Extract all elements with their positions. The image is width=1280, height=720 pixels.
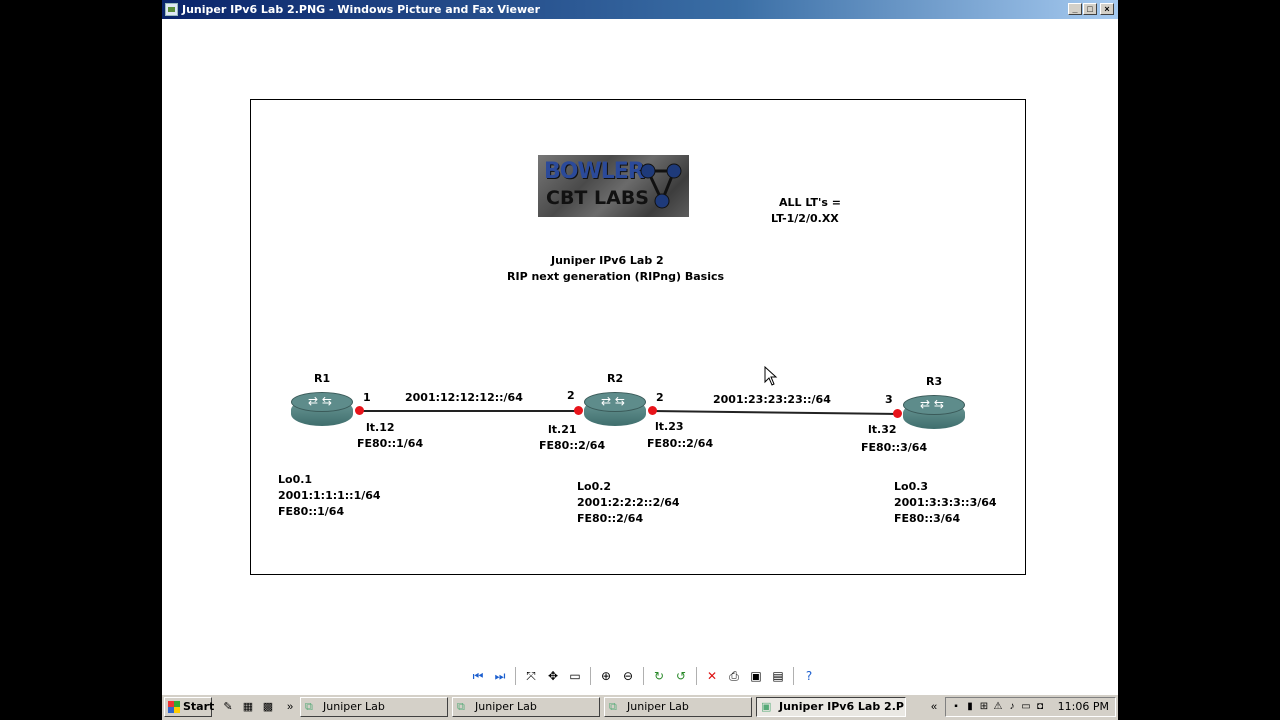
quicklaunch-app-icon[interactable]: ▩ [260, 699, 276, 715]
task-label: Juniper Lab [323, 700, 385, 713]
remote-desktop-icon: ⧉ [305, 700, 313, 713]
r3-loopback-name: Lo0.3 [894, 480, 929, 493]
router-r2-label: R2 [607, 372, 624, 385]
r1-loopback-link-local: FE80::1/64 [278, 505, 345, 518]
remote-desktop-icon: ⧉ [457, 700, 465, 713]
r1-interface-dot [355, 406, 364, 415]
title-bar[interactable]: Juniper IPv6 Lab 2.PNG - Windows Picture… [162, 0, 1118, 19]
r2-interface-right-name: lt.23 [655, 420, 684, 433]
r3-interface-link-local: FE80::3/64 [861, 441, 928, 454]
tray-volume-icon[interactable]: ♪ [1006, 701, 1018, 713]
viewer-toolbar: ⏮ ⏭ ⤧ ✥ ▭ ⊕ ⊖ ↻ ↺ ✕ ⎙ ▣ ▤ ? [469, 665, 818, 687]
close-button[interactable]: × [1100, 3, 1114, 15]
r1-interface-link-local: FE80::1/64 [357, 437, 424, 450]
tray-expand-icon[interactable]: « [926, 699, 942, 715]
r2-interface-dot-right [648, 406, 657, 415]
taskbar-button-juniper-lab-1[interactable]: ⧉ Juniper Lab [300, 697, 448, 717]
r2-loopback-name: Lo0.2 [577, 480, 612, 493]
print-icon[interactable]: ⎙ [725, 667, 743, 685]
network-diagram: BOWLER CBT LABS ALL LT's = LT-1/2/0.XX J… [250, 99, 1026, 575]
actual-size-icon[interactable]: ✥ [544, 667, 562, 685]
save-icon[interactable]: ▣ [747, 667, 765, 685]
quicklaunch-notepad-icon[interactable]: ▦ [240, 699, 256, 715]
r1-loopback-name: Lo0.1 [278, 473, 313, 486]
r2-interface-right-link-local: FE80::2/64 [647, 437, 714, 450]
taskbar-clock[interactable]: 11:06 PM [1058, 700, 1109, 713]
r3-loopback-ipv6: 2001:3:3:3::3/64 [894, 496, 997, 509]
router-r2-icon[interactable]: ⇄ ⇆ [584, 390, 646, 430]
best-fit-icon[interactable]: ⤧ [522, 667, 540, 685]
rotate-clockwise-icon[interactable]: ↻ [650, 667, 668, 685]
picture-viewer-window: Juniper IPv6 Lab 2.PNG - Windows Picture… [162, 0, 1118, 720]
router-r3-icon[interactable]: ⇄ ⇆ [903, 393, 965, 433]
windows-flag-icon [168, 701, 180, 713]
link1-subnet: 2001:12:12:12::/64 [405, 391, 523, 404]
maximize-button[interactable]: □ [1083, 3, 1097, 15]
link-r2-r3 [651, 410, 899, 415]
tray-security-icon[interactable]: ⚠ [992, 701, 1004, 713]
image-canvas: BOWLER CBT LABS ALL LT's = LT-1/2/0.XX J… [162, 19, 1118, 691]
window-title: Juniper IPv6 Lab 2.PNG - Windows Picture… [182, 3, 541, 16]
taskbar-button-juniper-lab-2[interactable]: ⧉ Juniper Lab [452, 697, 600, 717]
zoom-out-icon[interactable]: ⊖ [619, 667, 637, 685]
start-label: Start [183, 700, 215, 713]
taskbar-button-juniper-lab-3[interactable]: ⧉ Juniper Lab [604, 697, 752, 717]
taskbar: Start ✎ ▦ ▩ » ⧉ Juniper Lab ⧉ Juniper La… [162, 694, 1118, 720]
r3-interface-dot [893, 409, 902, 418]
tray-app-icon[interactable]: ▮ [964, 701, 976, 713]
taskbar-button-picture-viewer[interactable]: ▣ Juniper IPv6 Lab 2.PN... [756, 697, 906, 717]
router-r1-icon[interactable]: ⇄ ⇆ [291, 390, 353, 430]
next-image-icon[interactable]: ⏭ [491, 667, 509, 685]
r2-host-id-left: 2 [567, 389, 575, 402]
system-tray: ▪ ▮ ⊞ ⚠ ♪ ▭ ◘ 11:06 PM [945, 697, 1116, 717]
r3-interface-name: lt.32 [868, 423, 897, 436]
r2-interface-left-link-local: FE80::2/64 [539, 439, 606, 452]
r2-loopback-ipv6: 2001:2:2:2::2/64 [577, 496, 680, 509]
r3-host-id: 3 [885, 393, 893, 406]
tray-network-icon[interactable]: ▪ [950, 701, 962, 713]
rotate-counterclockwise-icon[interactable]: ↺ [672, 667, 690, 685]
quicklaunch-overflow-icon[interactable]: » [282, 699, 298, 715]
task-label: Juniper IPv6 Lab 2.PN... [779, 700, 905, 713]
tray-connection-icon[interactable]: ⊞ [978, 701, 990, 713]
r1-loopback-ipv6: 2001:1:1:1::1/64 [278, 489, 381, 502]
previous-image-icon[interactable]: ⏮ [469, 667, 487, 685]
r1-host-id: 1 [363, 391, 371, 404]
r1-interface-name: lt.12 [366, 421, 395, 434]
router-r1-label: R1 [314, 372, 331, 385]
zoom-in-icon[interactable]: ⊕ [597, 667, 615, 685]
picture-viewer-icon [165, 3, 178, 16]
mouse-cursor-icon [764, 366, 778, 386]
quicklaunch-edit-icon[interactable]: ✎ [220, 699, 236, 715]
task-label: Juniper Lab [475, 700, 537, 713]
remote-desktop-icon: ⧉ [609, 700, 617, 713]
tray-display-icon[interactable]: ▭ [1020, 701, 1032, 713]
delete-icon[interactable]: ✕ [703, 667, 721, 685]
slideshow-icon[interactable]: ▭ [566, 667, 584, 685]
r2-loopback-link-local: FE80::2/64 [577, 512, 644, 525]
tray-misc-icon[interactable]: ◘ [1034, 701, 1046, 713]
help-icon[interactable]: ? [800, 667, 818, 685]
minimize-button[interactable]: _ [1068, 3, 1082, 15]
picture-viewer-icon: ▣ [761, 700, 772, 713]
link2-subnet: 2001:23:23:23::/64 [713, 393, 831, 406]
r2-host-id-right: 2 [656, 391, 664, 404]
start-button[interactable]: Start [164, 697, 215, 717]
r3-loopback-link-local: FE80::3/64 [894, 512, 961, 525]
r2-interface-dot-left [574, 406, 583, 415]
open-icon[interactable]: ▤ [769, 667, 787, 685]
router-r3-label: R3 [926, 375, 943, 388]
task-label: Juniper Lab [627, 700, 689, 713]
r2-interface-left-name: lt.21 [548, 423, 577, 436]
